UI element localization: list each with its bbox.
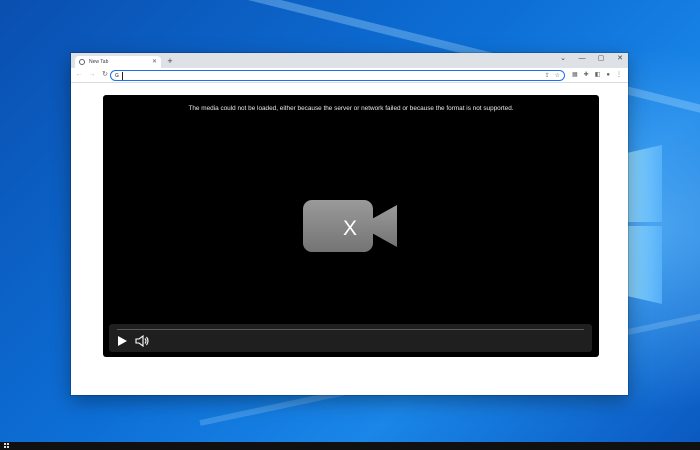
tab-new-tab[interactable]: New Tab ✕ — [75, 56, 161, 68]
window-close-button[interactable]: ✕ — [616, 54, 624, 64]
window-controls: ⌄ — ▢ ✕ — [559, 54, 624, 64]
video-camera-broken-icon: X — [303, 200, 397, 252]
windows-start-icon[interactable] — [4, 443, 10, 449]
close-icon[interactable]: ✕ — [152, 59, 157, 65]
menu-icon[interactable]: ⋮ — [616, 70, 622, 80]
tab-strip: New Tab ✕ + ⌄ — ▢ ✕ — [71, 53, 628, 68]
new-tab-button[interactable]: + — [165, 56, 175, 66]
broken-video-x-mark: X — [343, 217, 357, 240]
address-bar[interactable]: G ⇪ ☆ — [110, 70, 565, 81]
play-icon[interactable] — [116, 335, 128, 347]
page-content: The media could not be loaded, either be… — [71, 83, 628, 395]
browser-toolbar: ← → ↻ G ⇪ ☆ ▦ ✚ ◧ ● ⋮ — [71, 68, 628, 83]
extension-icon[interactable]: ▦ — [572, 70, 578, 80]
media-error-message: The media could not be loaded, either be… — [188, 105, 514, 112]
forward-icon[interactable]: → — [87, 70, 97, 80]
address-input[interactable] — [121, 71, 545, 80]
video-player[interactable]: The media could not be loaded, either be… — [103, 95, 599, 357]
maximize-button[interactable]: ▢ — [597, 54, 605, 64]
side-panel-icon[interactable]: ◧ — [595, 70, 601, 80]
profile-icon[interactable]: ● — [606, 70, 610, 80]
tab-search-dropdown-icon[interactable]: ⌄ — [559, 54, 567, 64]
puzzle-icon[interactable]: ✚ — [584, 70, 589, 80]
star-icon[interactable]: ☆ — [555, 72, 560, 79]
share-icon[interactable]: ⇪ — [545, 72, 550, 79]
reload-icon[interactable]: ↻ — [100, 70, 110, 80]
google-search-icon: G — [115, 72, 119, 79]
taskbar — [0, 442, 700, 450]
tab-title: New Tab — [89, 59, 109, 65]
media-controls — [109, 324, 592, 352]
minimize-button[interactable]: — — [578, 54, 586, 64]
timeline-scrubber[interactable] — [117, 329, 584, 330]
back-icon[interactable]: ← — [74, 70, 84, 80]
browser-window: New Tab ✕ + ⌄ — ▢ ✕ ← → ↻ G ⇪ ☆ ▦ ✚ ◧ ● … — [71, 53, 628, 395]
windows-logo-wallpaper — [628, 145, 688, 305]
chrome-favicon-icon — [79, 59, 85, 65]
volume-icon[interactable] — [135, 335, 149, 347]
